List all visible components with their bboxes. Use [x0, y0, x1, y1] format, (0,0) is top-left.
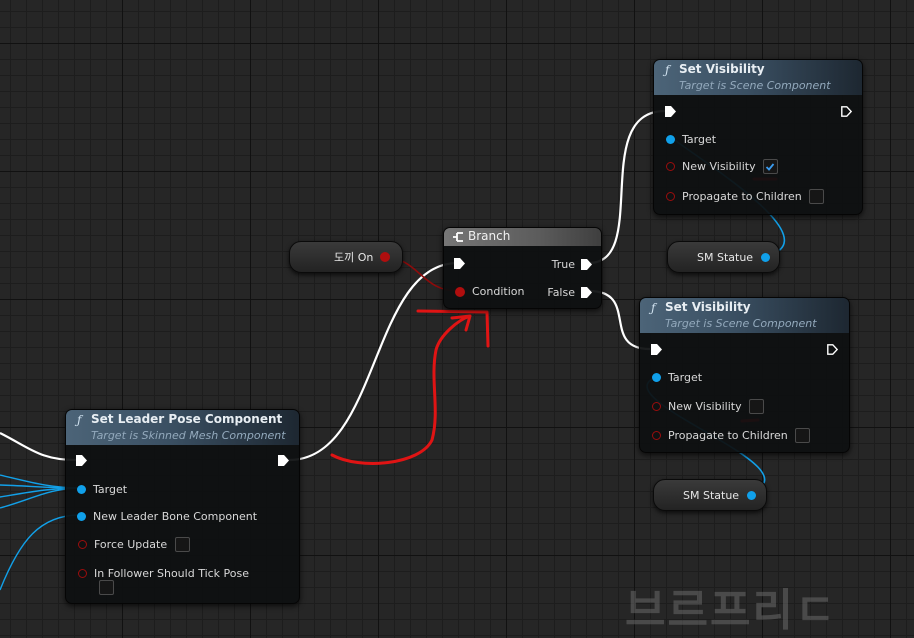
object-pin-icon — [77, 512, 86, 521]
pin-label: In Follower Should Tick Pose — [94, 567, 250, 580]
new-visibility-checkbox[interactable] — [762, 159, 778, 174]
node-subtitle: Target is Scene Component — [679, 79, 831, 92]
bool-pin-icon — [78, 540, 87, 549]
node-header: Branch — [444, 228, 601, 246]
exec-pin-icon — [76, 455, 87, 466]
annotation-bracket — [416, 309, 490, 348]
follower-tick-checkbox[interactable] — [99, 580, 114, 595]
variable-label: SM Statue — [697, 250, 754, 264]
variable-node-statue-bottom[interactable]: SM Statue — [653, 479, 767, 511]
propagate-pin[interactable]: Propagate to Children — [652, 428, 810, 443]
function-icon: ƒ — [651, 301, 656, 315]
function-icon: ƒ — [665, 63, 670, 77]
branch-icon — [453, 232, 463, 242]
object-pin-icon[interactable] — [747, 490, 757, 500]
exec-in-pin[interactable] — [665, 106, 676, 117]
target-pin[interactable]: Target — [652, 371, 702, 384]
node-title: Set Leader Pose Component — [91, 412, 283, 426]
exec-out-pin[interactable] — [278, 455, 289, 466]
object-pin-icon — [666, 135, 675, 144]
exec-pin-icon — [581, 259, 592, 270]
exec-in-pin[interactable] — [454, 258, 465, 269]
object-pin-icon — [652, 373, 661, 382]
new-visibility-pin[interactable]: New Visibility — [666, 159, 778, 174]
variable-label: SM Statue — [683, 488, 740, 502]
pin-label: Force Update — [94, 538, 168, 551]
pin-label: False — [547, 286, 575, 299]
pin-label: New Leader Bone Component — [93, 510, 258, 523]
node-header: ƒ Set Visibility Target is Scene Compone… — [654, 60, 862, 95]
true-pin[interactable]: True — [552, 258, 592, 271]
checkmark-icon — [765, 162, 775, 171]
pin-label: Propagate to Children — [682, 190, 802, 203]
bool-pin-icon — [652, 402, 661, 411]
exec-wire-leader-to-branch — [288, 261, 459, 462]
propagate-pin[interactable]: Propagate to Children — [666, 189, 824, 204]
bool-pin-icon — [78, 569, 87, 578]
exec-pin-icon — [841, 106, 852, 117]
pin-label: True — [551, 258, 575, 271]
function-icon: ƒ — [77, 413, 82, 427]
node-subtitle: Target is Scene Component — [665, 317, 817, 330]
target-pin[interactable]: Target — [77, 483, 127, 496]
bool-pin-icon — [666, 162, 675, 171]
condition-pin[interactable]: Condition — [455, 285, 525, 298]
node-title: Set Visibility — [679, 62, 765, 76]
exec-out-pin[interactable] — [841, 106, 852, 117]
object-pin-icon — [77, 485, 86, 494]
exec-pin-icon — [827, 344, 838, 355]
node-title: Set Visibility — [665, 300, 751, 314]
propagate-checkbox[interactable] — [794, 428, 810, 443]
propagate-checkbox[interactable] — [808, 189, 824, 204]
exec-pin-icon — [454, 258, 465, 269]
pin-label: New Visibility — [668, 400, 742, 413]
set-visibility-node-bottom[interactable]: ƒ Set Visibility Target is Scene Compone… — [639, 297, 850, 453]
pin-label: Propagate to Children — [668, 429, 788, 442]
exec-pin-icon — [651, 344, 662, 355]
follower-tick-pin[interactable]: In Follower Should Tick Pose — [78, 567, 249, 580]
watermark: 브르프리ㄷ — [625, 585, 838, 636]
bool-pin-icon — [666, 192, 675, 201]
force-update-pin[interactable]: Force Update — [78, 537, 191, 552]
node-title: Branch — [468, 229, 511, 243]
variable-node-statue-top[interactable]: SM Statue — [667, 241, 780, 273]
new-leader-bone-pin[interactable]: New Leader Bone Component — [77, 510, 257, 523]
node-subtitle: Target is Skinned Mesh Component — [91, 429, 286, 442]
pin-label: New Visibility — [682, 160, 756, 173]
force-update-checkbox[interactable] — [175, 537, 191, 552]
false-pin[interactable]: False — [547, 286, 592, 299]
bool-pin-icon[interactable] — [380, 252, 391, 262]
exec-pin-icon — [581, 287, 592, 298]
set-leader-pose-node[interactable]: ƒ Set Leader Pose Component Target is Sk… — [65, 409, 300, 604]
variable-label: 도끼 On — [334, 251, 374, 264]
target-pin[interactable]: Target — [666, 133, 716, 146]
new-visibility-pin[interactable]: New Visibility — [652, 399, 764, 414]
exec-in-pin[interactable] — [651, 344, 662, 355]
bool-pin-icon — [652, 431, 661, 440]
node-header: ƒ Set Visibility Target is Scene Compone… — [640, 298, 849, 333]
exec-out-pin[interactable] — [827, 344, 838, 355]
exec-pin-icon — [665, 106, 676, 117]
exec-in-pin[interactable] — [76, 455, 87, 466]
pin-label: Target — [93, 483, 128, 496]
object-pin-icon[interactable] — [761, 252, 771, 262]
annotation-arrow — [330, 314, 472, 465]
pin-label: Target — [668, 371, 703, 384]
pin-label: Target — [682, 133, 717, 146]
variable-node-toggle[interactable]: 도끼 On — [289, 241, 403, 273]
node-header: ƒ Set Leader Pose Component Target is Sk… — [66, 410, 299, 445]
bool-pin-icon — [455, 286, 465, 297]
set-visibility-node-top[interactable]: ƒ Set Visibility Target is Scene Compone… — [653, 59, 863, 215]
branch-node[interactable]: Branch Condition True False — [443, 227, 602, 309]
pin-label: Condition — [472, 285, 525, 298]
new-visibility-checkbox[interactable] — [748, 399, 764, 414]
exec-pin-icon — [278, 455, 289, 466]
